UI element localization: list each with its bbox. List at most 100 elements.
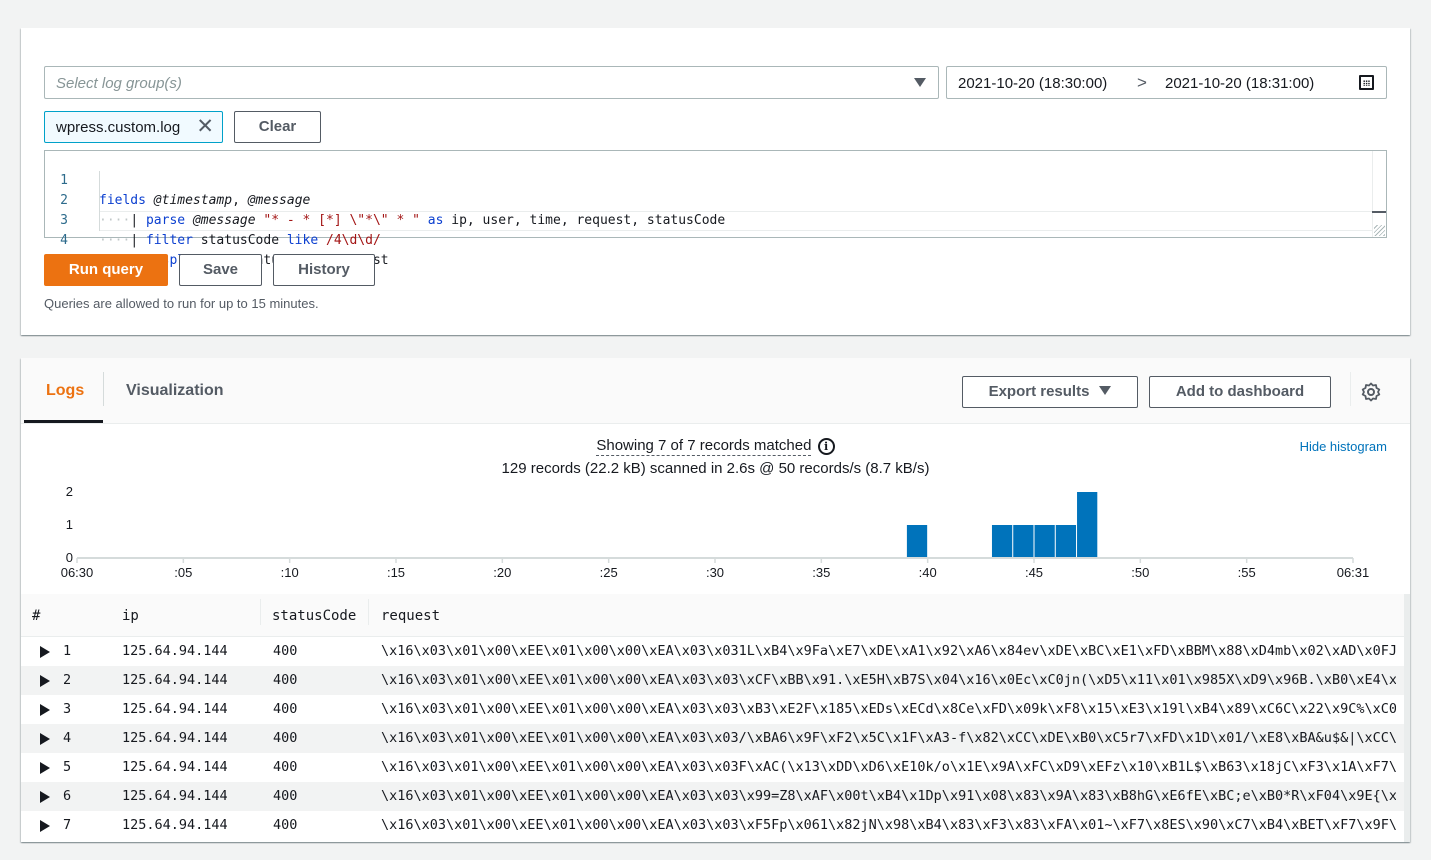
- query-hint: Queries are allowed to run for up to 15 …: [44, 296, 319, 311]
- row-status-code: 400: [273, 817, 298, 833]
- history-button[interactable]: History: [273, 254, 375, 286]
- row-status-code: 400: [273, 730, 298, 746]
- export-results-label: Export results: [988, 383, 1090, 400]
- run-query-button[interactable]: Run query: [44, 254, 168, 286]
- log-group-token: wpress.custom.log ✕: [44, 111, 223, 143]
- expand-row-icon[interactable]: [40, 820, 50, 832]
- histogram-bar: [991, 525, 1013, 557]
- date-from: 2021-10-20 (18:30:00): [958, 75, 1108, 92]
- caret-down-icon: [1099, 386, 1112, 395]
- row-request: \x16\x03\x01\x00\xEE\x01\x00\x00\xEA\x03…: [381, 643, 1396, 659]
- x-tick-label: :30: [706, 565, 724, 580]
- row-ip: 125.64.94.144: [122, 730, 228, 746]
- add-to-dashboard-button[interactable]: Add to dashboard: [1149, 376, 1331, 408]
- chevron-right-icon: >: [1137, 73, 1147, 92]
- row-ip: 125.64.94.144: [122, 701, 228, 717]
- tab-logs[interactable]: Logs: [46, 382, 84, 400]
- log-group-token-label: wpress.custom.log: [56, 119, 181, 136]
- calendar-icon[interactable]: [1359, 75, 1374, 90]
- table-row[interactable]: 2 125.64.94.144 400 \x16\x03\x01\x00\xEE…: [21, 666, 1410, 695]
- column-divider[interactable]: [368, 599, 369, 625]
- table-row[interactable]: 4 125.64.94.144 400 \x16\x03\x01\x00\xEE…: [21, 724, 1410, 753]
- results-table: # ip statusCode request 1 125.64.94.144 …: [21, 594, 1410, 840]
- line-number: 4: [60, 233, 68, 248]
- table-header: # ip statusCode request: [21, 594, 1410, 637]
- table-row[interactable]: 3 125.64.94.144 400 \x16\x03\x01\x00\xEE…: [21, 695, 1410, 724]
- log-group-select[interactable]: Select log group(s): [44, 66, 939, 99]
- editor-line: 4 ····| display ip, statusCode, request: [45, 211, 1386, 268]
- x-tick-label: :35: [812, 565, 830, 580]
- gear-icon[interactable]: [1361, 382, 1381, 402]
- table-row[interactable]: 7 125.64.94.144 400 \x16\x03\x01\x00\xEE…: [21, 811, 1410, 840]
- row-request: \x16\x03\x01\x00\xEE\x01\x00\x00\xEA\x03…: [381, 817, 1396, 833]
- row-status-code: 400: [273, 643, 298, 659]
- histogram-chart: 0 1 2 06:30:05:10:15:20:25:30:35:40:45:50:5…: [61, 484, 1370, 580]
- editor-line: 2 ····| parse @message "* - * [*] \"*\" …: [45, 171, 1386, 228]
- expand-row-icon[interactable]: [40, 675, 50, 687]
- caret-down-icon[interactable]: [914, 78, 926, 87]
- row-ip: 125.64.94.144: [122, 643, 228, 659]
- results-header: Logs Visualization Export results Add to…: [21, 358, 1410, 424]
- x-tick-label: :50: [1131, 565, 1149, 580]
- x-tick-label: :45: [1025, 565, 1043, 580]
- table-scrollbar[interactable]: [1404, 594, 1410, 842]
- export-results-button[interactable]: Export results: [962, 376, 1138, 408]
- table-row[interactable]: 5 125.64.94.144 400 \x16\x03\x01\x00\xEE…: [21, 753, 1410, 782]
- column-header-statuscode[interactable]: statusCode: [272, 608, 356, 624]
- records-matched: Showing 7 of 7 records matched: [596, 437, 812, 456]
- expand-row-icon[interactable]: [40, 704, 50, 716]
- row-index: 3: [63, 701, 72, 717]
- row-request: \x16\x03\x01\x00\xEE\x01\x00\x00\xEA\x03…: [381, 788, 1396, 804]
- histogram-bar: [906, 525, 928, 557]
- close-icon[interactable]: ✕: [196, 115, 214, 139]
- column-header-ip[interactable]: ip: [122, 608, 139, 624]
- date-to: 2021-10-20 (18:31:00): [1165, 75, 1315, 92]
- info-icon[interactable]: i: [817, 438, 835, 455]
- histogram-bar: [1034, 525, 1055, 557]
- table-body: 1 125.64.94.144 400 \x16\x03\x01\x00\xEE…: [21, 637, 1410, 840]
- expand-row-icon[interactable]: [40, 733, 50, 745]
- x-tick-label: :05: [174, 565, 192, 580]
- expand-row-icon[interactable]: [40, 762, 50, 774]
- x-tick-label: :25: [600, 565, 618, 580]
- row-request: \x16\x03\x01\x00\xEE\x01\x00\x00\xEA\x03…: [381, 672, 1396, 688]
- table-row[interactable]: 1 125.64.94.144 400 \x16\x03\x01\x00\xEE…: [21, 637, 1410, 666]
- row-status-code: 400: [273, 759, 298, 775]
- expand-row-icon[interactable]: [40, 646, 50, 658]
- y-tick-label: 2: [66, 484, 73, 499]
- tab-visualization[interactable]: Visualization: [126, 382, 224, 400]
- clear-button[interactable]: Clear: [234, 111, 321, 143]
- tab-divider: [103, 372, 104, 406]
- column-header-request[interactable]: request: [381, 608, 440, 624]
- histogram-bar: [1077, 492, 1098, 557]
- x-tick-label: :10: [281, 565, 299, 580]
- row-index: 1: [63, 643, 72, 659]
- row-request: \x16\x03\x01\x00\xEE\x01\x00\x00\xEA\x03…: [381, 701, 1396, 717]
- query-editor[interactable]: 1 fields @timestamp, @message 2 ····| pa…: [44, 150, 1387, 268]
- row-status-code: 400: [273, 672, 298, 688]
- log-group-placeholder: Select log group(s): [56, 75, 182, 92]
- hide-histogram-link[interactable]: Hide histogram: [1300, 439, 1387, 454]
- editor-line: 1 fields @timestamp, @message: [45, 151, 1386, 208]
- row-ip: 125.64.94.144: [122, 817, 228, 833]
- resize-handle-icon[interactable]: [1374, 225, 1385, 236]
- table-row[interactable]: 6 125.64.94.144 400 \x16\x03\x01\x00\xEE…: [21, 782, 1410, 811]
- row-request: \x16\x03\x01\x00\xEE\x01\x00\x00\xEA\x03…: [381, 730, 1396, 746]
- row-index: 7: [63, 817, 72, 833]
- histogram-bar: [1055, 525, 1077, 557]
- editor-scroll-thumb[interactable]: [1372, 211, 1386, 213]
- x-tick-label: 06:30: [61, 565, 94, 580]
- line-code: ····| filter statusCode like /4\d\d/: [99, 233, 381, 248]
- save-button[interactable]: Save: [179, 254, 262, 286]
- active-tab-indicator: [24, 420, 103, 423]
- row-ip: 125.64.94.144: [122, 672, 228, 688]
- date-range-picker[interactable]: 2021-10-20 (18:30:00) > 2021-10-20 (18:3…: [946, 66, 1387, 99]
- header-divider: [1350, 372, 1351, 406]
- column-divider[interactable]: [260, 599, 261, 625]
- editor-line: 3 ····| filter statusCode like /4\d\d/: [45, 191, 1386, 248]
- x-tick-label: :15: [387, 565, 405, 580]
- expand-row-icon[interactable]: [40, 791, 50, 803]
- column-header-index[interactable]: #: [32, 608, 40, 624]
- row-request: \x16\x03\x01\x00\xEE\x01\x00\x00\xEA\x03…: [381, 759, 1396, 775]
- y-tick-label: 1: [66, 517, 73, 532]
